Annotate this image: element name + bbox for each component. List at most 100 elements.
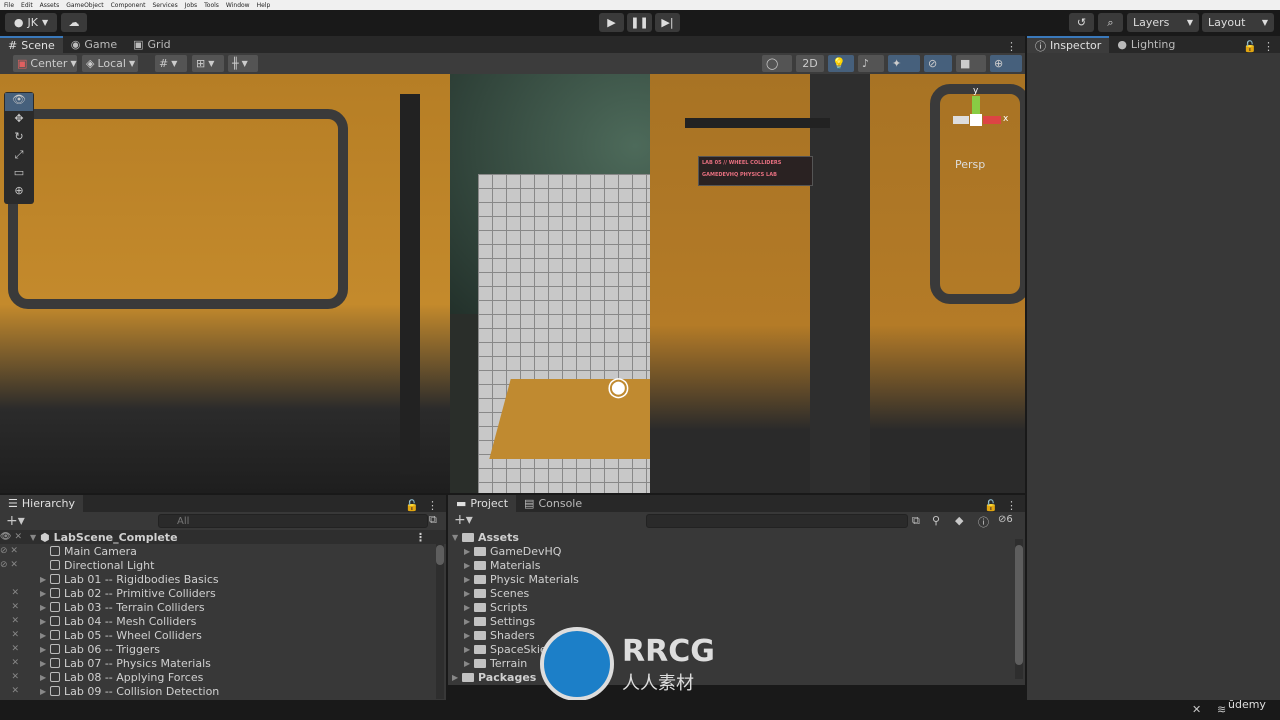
- hierarchy-item[interactable]: ✕ ▶ Lab 04 -- Mesh Colliders: [0, 614, 446, 628]
- cloud-button[interactable]: ☁: [61, 13, 87, 32]
- search-options-icon[interactable]: ⧉: [429, 513, 437, 527]
- folder-item[interactable]: ▶ Physic Materials: [448, 572, 1025, 586]
- folder-item[interactable]: ▶ GameDevHQ: [448, 544, 1025, 558]
- lighting-toggle[interactable]: 💡: [828, 55, 854, 72]
- layers-dropdown[interactable]: Layers ▼: [1127, 13, 1199, 32]
- hierarchy-item[interactable]: ✕ ▶ Lab 02 -- Primitive Colliders: [0, 586, 446, 600]
- visibility-icon[interactable]: ✕: [0, 616, 40, 626]
- pivot-dropdown[interactable]: ▣ Center ▼: [13, 55, 77, 72]
- scene-view[interactable]: LAB 05 // WHEEL COLLIDERS GAMEDEVHQ PHYS…: [0, 74, 1025, 493]
- hierarchy-item[interactable]: ✕ ▶ Lab 09 -- Collision Detection: [0, 684, 446, 698]
- camera-button[interactable]: ■: [956, 55, 986, 72]
- folder-item[interactable]: ▶ Scripts: [448, 600, 1025, 614]
- hierarchy-item[interactable]: ✕ ▶ Lab 07 -- Physics Materials: [0, 656, 446, 670]
- menu-gameobject[interactable]: GameObject: [66, 2, 103, 9]
- layers-icon[interactable]: ≋: [1217, 703, 1226, 716]
- hierarchy-item[interactable]: ▶ Lab 01 -- Rigidbodies Basics: [0, 572, 446, 586]
- grid-visibility-button[interactable]: # ▼: [155, 55, 187, 72]
- scene-root-row[interactable]: 👁 ✕ ▼ ⬢ LabScene_Complete ⋮: [0, 530, 446, 544]
- menu-file[interactable]: File: [4, 2, 14, 9]
- tab-grid[interactable]: ▣ Grid: [125, 36, 179, 53]
- tab-inspector[interactable]: ⓘ Inspector: [1027, 36, 1110, 53]
- assets-root-row[interactable]: ▼ Assets: [448, 530, 1025, 544]
- lock-icon[interactable]: 🔓: [984, 499, 998, 512]
- x-axis-cone[interactable]: [983, 116, 1001, 124]
- camera-eye-icon[interactable]: ◉: [607, 374, 649, 400]
- layout-dropdown[interactable]: Layout ▼: [1202, 13, 1274, 32]
- project-scrollbar[interactable]: [1015, 539, 1023, 679]
- menu-assets[interactable]: Assets: [40, 2, 60, 9]
- menu-window[interactable]: Window: [226, 2, 250, 9]
- transform-tool[interactable]: ⊕: [4, 184, 34, 202]
- space-dropdown[interactable]: ◈ Local ▼: [82, 55, 138, 72]
- visibility-icon[interactable]: 👁 ✕: [0, 532, 30, 542]
- account-dropdown[interactable]: ● JK ▼: [5, 13, 57, 32]
- effects-toggle[interactable]: ✦: [888, 55, 920, 72]
- move-tool[interactable]: ✥: [4, 112, 34, 130]
- folder-item[interactable]: ▶ Materials: [448, 558, 1025, 572]
- history-button[interactable]: ↺: [1069, 13, 1094, 32]
- play-button[interactable]: ▶: [599, 13, 624, 32]
- hidden-packages-toggle[interactable]: ⊘6: [998, 514, 1013, 525]
- more-options-icon[interactable]: ⋮: [427, 499, 438, 512]
- search-button[interactable]: ⌕: [1098, 13, 1123, 32]
- create-button[interactable]: +▾: [454, 512, 473, 528]
- hierarchy-item[interactable]: ✕ ▶ Lab 08 -- Applying Forces: [0, 670, 446, 684]
- gizmo-center-cube[interactable]: [970, 114, 982, 126]
- hierarchy-scrollbar[interactable]: [436, 539, 444, 699]
- hierarchy-item[interactable]: ⊘ ✕ Main Camera: [0, 544, 446, 558]
- rotate-tool[interactable]: ↻: [4, 130, 34, 148]
- audio-toggle[interactable]: ♪: [858, 55, 884, 72]
- menu-services[interactable]: Services: [152, 2, 177, 9]
- menu-edit[interactable]: Edit: [21, 2, 33, 9]
- pause-button[interactable]: ❚❚: [627, 13, 652, 32]
- grid-snap-button[interactable]: ⊞ ▼: [192, 55, 224, 72]
- visibility-icon[interactable]: ✕: [0, 686, 40, 696]
- visibility-icon[interactable]: ✕: [0, 672, 40, 682]
- rect-tool[interactable]: ▭: [4, 166, 34, 184]
- y-axis-cone[interactable]: [972, 96, 980, 114]
- label-icon[interactable]: ◆: [955, 514, 963, 527]
- scale-tool[interactable]: ⤢: [4, 148, 34, 166]
- project-search-input[interactable]: [646, 514, 908, 528]
- shading-mode-button[interactable]: ◯: [762, 55, 792, 72]
- hierarchy-item[interactable]: ✕ ▶ Lab 06 -- Triggers: [0, 642, 446, 656]
- menu-jobs[interactable]: Jobs: [185, 2, 197, 9]
- hierarchy-search-input[interactable]: All: [158, 514, 428, 528]
- more-options-icon[interactable]: ⋮: [1006, 499, 1017, 512]
- hierarchy-item[interactable]: ✕ ▶ Lab 05 -- Wheel Colliders: [0, 628, 446, 642]
- tab-scene[interactable]: # Scene: [0, 36, 63, 53]
- debug-icon[interactable]: ✕: [1192, 703, 1201, 716]
- tab-console[interactable]: ▤ Console: [516, 495, 590, 512]
- hierarchy-item[interactable]: ⊘ ✕ Directional Light: [0, 558, 446, 572]
- add-button[interactable]: +▾: [6, 513, 25, 529]
- visibility-toggle[interactable]: ⊘: [924, 55, 952, 72]
- visibility-icon[interactable]: ✕: [0, 588, 40, 598]
- projection-label[interactable]: Persp: [955, 158, 985, 171]
- orientation-gizmo[interactable]: y x Persp: [945, 84, 1015, 184]
- tab-project[interactable]: ▬ Project: [448, 495, 517, 512]
- hierarchy-item[interactable]: ✕ ▶ Lab 03 -- Terrain Colliders: [0, 600, 446, 614]
- visibility-icon[interactable]: ✕: [0, 630, 40, 640]
- info-icon[interactable]: ⓘ: [978, 514, 989, 530]
- tab-lighting[interactable]: ● Lighting: [1109, 36, 1183, 53]
- search-by-type-icon[interactable]: ⧉: [912, 514, 920, 528]
- lock-icon[interactable]: 🔓: [405, 499, 419, 512]
- menu-tools[interactable]: Tools: [204, 2, 219, 9]
- increment-snap-button[interactable]: ╫ ▼: [228, 55, 258, 72]
- tab-hierarchy[interactable]: ☰ Hierarchy: [0, 495, 84, 512]
- lock-icon[interactable]: 🔓: [1243, 40, 1257, 53]
- filter-type-icon[interactable]: ⚲: [932, 514, 940, 527]
- more-options-icon[interactable]: ⋮: [1006, 40, 1017, 53]
- menu-help[interactable]: Help: [257, 2, 271, 9]
- 2d-toggle[interactable]: 2D: [796, 55, 824, 72]
- tab-game[interactable]: ◉ Game: [63, 36, 125, 53]
- gizmos-button[interactable]: ⊕: [990, 55, 1022, 72]
- step-button[interactable]: ▶|: [655, 13, 680, 32]
- visibility-icon[interactable]: ✕: [0, 658, 40, 668]
- folder-item[interactable]: ▶ Scenes: [448, 586, 1025, 600]
- visibility-icon[interactable]: ⊘ ✕: [0, 546, 40, 556]
- menu-component[interactable]: Component: [111, 2, 146, 9]
- visibility-icon[interactable]: ✕: [0, 602, 40, 612]
- view-tool[interactable]: 👁: [5, 93, 33, 111]
